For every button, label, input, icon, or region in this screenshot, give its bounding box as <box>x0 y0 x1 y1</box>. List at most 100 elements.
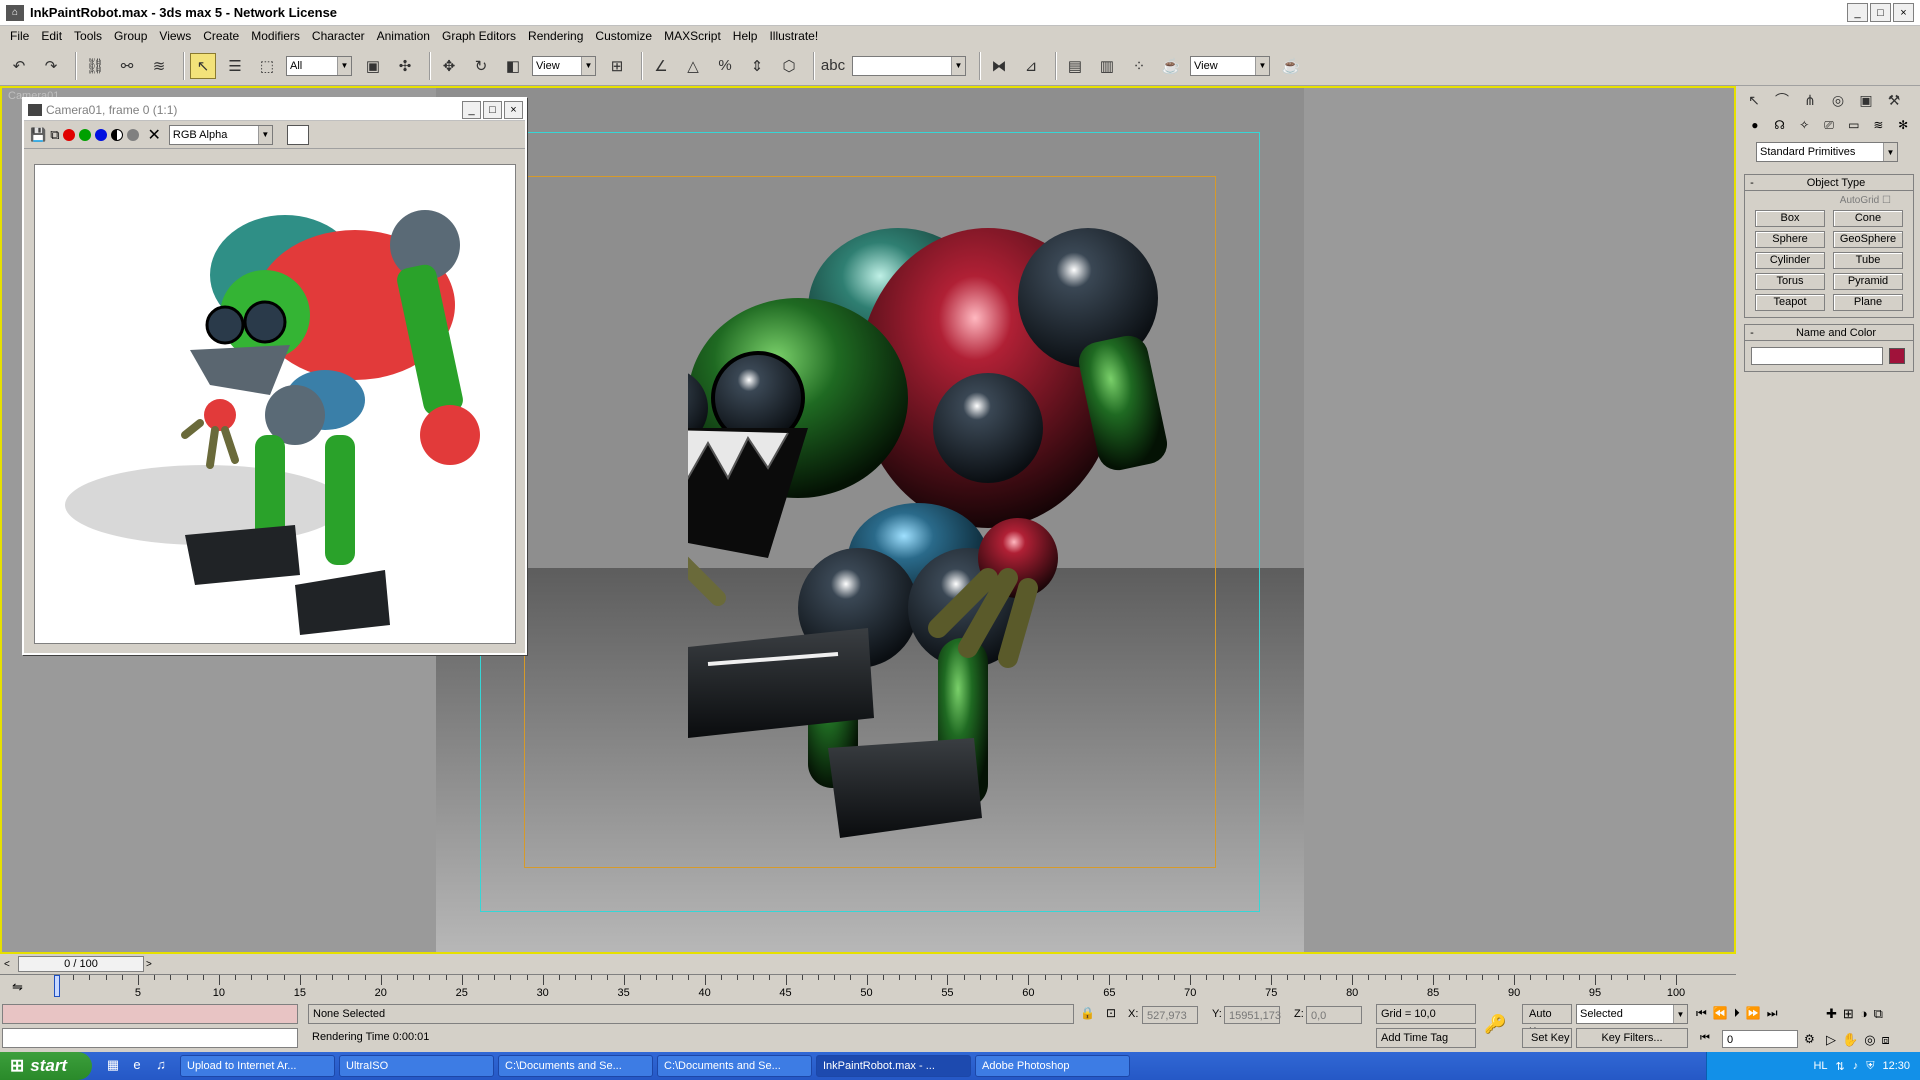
space-warps-icon[interactable]: ≋ <box>1868 118 1890 132</box>
green-channel-icon[interactable] <box>79 128 92 141</box>
select-and-manipulate-icon[interactable]: ✣ <box>392 53 418 79</box>
menu-animation[interactable]: Animation <box>371 26 436 46</box>
maxscript-input[interactable] <box>2 1028 298 1048</box>
box-button[interactable]: Box <box>1755 210 1825 227</box>
angle-snap-icon[interactable]: △ <box>680 53 706 79</box>
menu-tools[interactable]: Tools <box>68 26 108 46</box>
plane-button[interactable]: Plane <box>1833 294 1903 311</box>
task-documents-1[interactable]: C:\Documents and Se... <box>498 1055 653 1077</box>
previous-key-icon[interactable]: ⏪ <box>1713 1006 1728 1021</box>
time-config-icon[interactable]: ⚙ <box>1804 1032 1815 1046</box>
track-bar[interactable]: ⇋ 05101520253035404550556065707580859095… <box>0 974 1736 1002</box>
go-to-start-icon[interactable]: ⏮ <box>1696 1006 1707 1021</box>
add-time-tag-button[interactable]: Add Time Tag <box>1376 1028 1476 1048</box>
task-3dsmax[interactable]: InkPaintRobot.max - ... <box>816 1055 971 1077</box>
tray-network-icon[interactable]: ⇅ <box>1836 1060 1845 1073</box>
cylinder-button[interactable]: Cylinder <box>1755 252 1825 269</box>
set-key-button[interactable]: Set Key <box>1522 1028 1572 1048</box>
time-slider[interactable]: 0 / 100 <box>18 956 144 972</box>
rollout-toggle[interactable]: - <box>1745 327 1759 339</box>
link-icon[interactable]: ⛓ <box>82 53 108 79</box>
task-documents-2[interactable]: C:\Documents and Se... <box>657 1055 812 1077</box>
go-to-end-icon[interactable]: ⏭ <box>1767 1006 1778 1021</box>
x-coordinate-field[interactable]: 527,973 <box>1142 1006 1198 1024</box>
zoom-icon[interactable]: ✚ <box>1826 1006 1837 1022</box>
next-frame-icon[interactable]: > <box>146 959 152 970</box>
menu-maxscript[interactable]: MAXScript <box>658 26 727 46</box>
percent-snap-icon[interactable]: % <box>712 53 738 79</box>
auto-key-button[interactable]: Auto Key <box>1522 1004 1572 1038</box>
spinner-snap-icon[interactable]: ⇕ <box>744 53 770 79</box>
orbit-icon[interactable]: ◑ <box>1860 1006 1868 1022</box>
previous-frame-icon[interactable]: < <box>4 959 10 970</box>
mirror-icon[interactable]: ⧓ <box>986 53 1012 79</box>
render-minimize-button[interactable]: _ <box>462 101 481 119</box>
set-key-icon[interactable]: 🔑 <box>1484 1014 1506 1035</box>
play-icon[interactable]: ⏵ <box>1734 1006 1740 1021</box>
display-tab-icon[interactable]: ▣ <box>1854 89 1878 111</box>
current-frame-marker[interactable] <box>54 975 60 997</box>
start-button[interactable]: ⊞ start <box>0 1052 92 1080</box>
curve-editor-mini-icon[interactable]: ⇋ <box>12 979 23 995</box>
pyramid-button[interactable]: Pyramid <box>1833 273 1903 290</box>
key-mode-toggle-icon[interactable]: ⏮ <box>1700 1032 1710 1045</box>
selection-filter-dropdown[interactable]: All ▼ <box>286 55 352 76</box>
key-mode-dropdown[interactable]: Selected ▼ <box>1576 1004 1688 1024</box>
rollout-toggle[interactable]: - <box>1745 177 1759 189</box>
zoom-all-icon[interactable]: ⊞ <box>1843 1006 1854 1022</box>
maximize-button[interactable]: □ <box>1870 3 1891 22</box>
tray-volume-icon[interactable]: ♪ <box>1853 1060 1859 1072</box>
ref-coord-dropdown[interactable]: View ▼ <box>532 55 596 76</box>
primitive-category-dropdown[interactable]: Standard Primitives ▼ <box>1756 142 1898 162</box>
media-icon[interactable]: ♫ <box>152 1057 170 1075</box>
undo-icon[interactable]: ↶ <box>6 53 32 79</box>
dolly-icon[interactable]: ▷ <box>1826 1032 1836 1048</box>
geometry-icon[interactable]: ● <box>1744 118 1766 132</box>
absolute-mode-icon[interactable]: ⊡ <box>1106 1006 1116 1020</box>
menu-create[interactable]: Create <box>197 26 245 46</box>
snap-2d-icon[interactable]: ∠ <box>648 53 674 79</box>
pivot-center-icon[interactable]: ⊞ <box>604 53 630 79</box>
next-key-icon[interactable]: ⏩ <box>1746 1006 1761 1021</box>
hierarchy-tab-icon[interactable]: ⋔ <box>1798 89 1822 111</box>
current-frame-field[interactable]: 0 <box>1722 1030 1798 1048</box>
utilities-tab-icon[interactable]: ⚒ <box>1882 89 1906 111</box>
rotate-icon[interactable]: ↻ <box>468 53 494 79</box>
menu-help[interactable]: Help <box>727 26 764 46</box>
shapes-icon[interactable]: ☊ <box>1769 118 1791 132</box>
quick-render-icon[interactable]: ☕ <box>1278 53 1304 79</box>
clear-icon[interactable]: ✕ <box>147 125 160 145</box>
modify-tab-icon[interactable]: ⌒ <box>1770 89 1794 111</box>
helpers-icon[interactable]: ▭ <box>1843 118 1865 132</box>
menu-views[interactable]: Views <box>153 26 197 46</box>
systems-icon[interactable]: ✻ <box>1892 118 1914 132</box>
alpha-channel-icon[interactable] <box>111 128 124 141</box>
named-selection-dropdown[interactable]: ▼ <box>852 55 966 76</box>
task-photoshop[interactable]: Adobe Photoshop <box>975 1055 1130 1077</box>
color-swatch[interactable] <box>286 124 309 145</box>
menu-edit[interactable]: Edit <box>35 26 68 46</box>
fov-icon[interactable]: ⧈ <box>1882 1032 1890 1048</box>
language-indicator[interactable]: HL <box>1813 1060 1827 1072</box>
blue-channel-icon[interactable] <box>95 128 108 141</box>
render-scene-icon[interactable]: ☕ <box>1158 53 1184 79</box>
y-coordinate-field[interactable]: 15951,173 <box>1224 1006 1281 1024</box>
unlink-icon[interactable]: ⚯ <box>114 53 140 79</box>
red-channel-icon[interactable] <box>63 128 76 141</box>
close-button[interactable]: × <box>1893 3 1914 22</box>
sphere-button[interactable]: Sphere <box>1755 231 1825 248</box>
menu-modifiers[interactable]: Modifiers <box>245 26 306 46</box>
cameras-icon[interactable]: ⎚ <box>1818 118 1840 133</box>
object-color-swatch[interactable] <box>1889 348 1905 364</box>
tray-shield-icon[interactable]: ⛨ <box>1866 1060 1874 1073</box>
maxscript-listener[interactable] <box>2 1004 298 1024</box>
rendered-frame-window[interactable]: Camera01, frame 0 (1:1) _ □ × 💾 ⧉ ✕ RGB … <box>22 97 527 655</box>
channel-dropdown[interactable]: RGB Alpha ▼ <box>168 124 273 145</box>
task-ultraiso[interactable]: UltraISO <box>339 1055 494 1077</box>
layer-manager-icon[interactable]: ▤ <box>1062 53 1088 79</box>
bind-space-warp-icon[interactable]: ≋ <box>146 53 172 79</box>
window-crossing-icon[interactable]: ▣ <box>360 53 386 79</box>
clone-icon[interactable]: ⧉ <box>50 127 59 143</box>
align-icon[interactable]: ⊿ <box>1018 53 1044 79</box>
select-by-name-icon[interactable]: ☰ <box>222 53 248 79</box>
